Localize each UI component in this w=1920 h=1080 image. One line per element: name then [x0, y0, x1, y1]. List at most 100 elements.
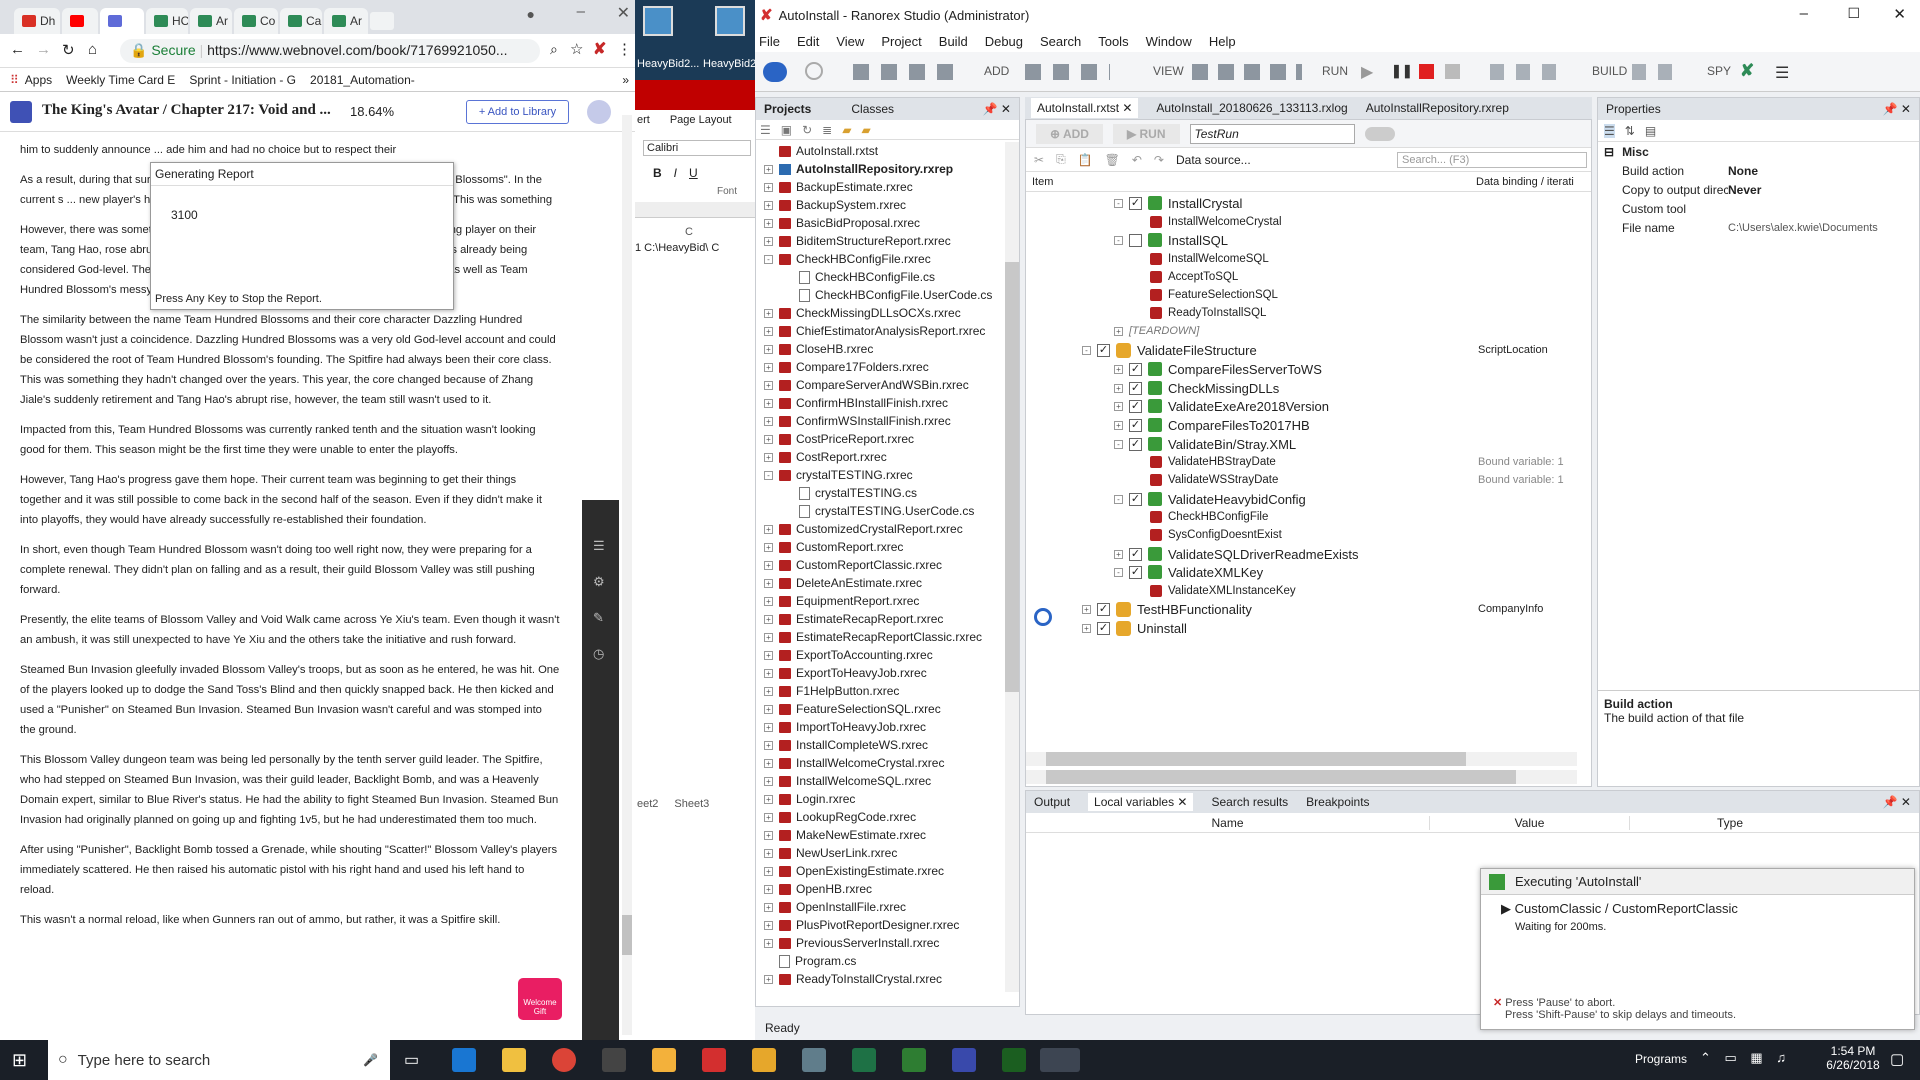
chrome-tab[interactable]	[62, 8, 98, 34]
add-folder-icon[interactable]: ▰	[842, 123, 851, 137]
build-toolbar-button[interactable]: BUILD	[1592, 64, 1627, 78]
taskbar-search[interactable]: ○ Type here to search 🎤	[48, 1040, 390, 1080]
run-config-select[interactable]: TestRun	[1189, 123, 1355, 144]
show-all-icon[interactable]: ▣	[781, 123, 792, 137]
project-tree-item[interactable]: crystalTESTING.UserCode.cs	[764, 502, 1019, 520]
expand-icon[interactable]: +	[764, 380, 773, 390]
expand-icon[interactable]: +	[764, 326, 773, 336]
expand-icon[interactable]: +	[764, 200, 773, 210]
property-row[interactable]: Custom tool	[1598, 199, 1919, 218]
expand-icon[interactable]: +	[764, 740, 773, 750]
menu-edit[interactable]: Edit	[797, 34, 819, 49]
expand-icon[interactable]: +	[764, 596, 773, 606]
expand-icon[interactable]: +	[764, 668, 773, 678]
property-row[interactable]: Copy to output directorNever	[1598, 180, 1919, 199]
avatar[interactable]	[587, 100, 611, 124]
sheets-icon[interactable]	[902, 1048, 926, 1072]
ribbon-tab-insert[interactable]: ert	[637, 114, 650, 126]
enable-checkbox[interactable]: ✓	[1097, 602, 1110, 616]
pin-icon[interactable]: 📌 ✕	[983, 102, 1011, 116]
project-tree-item[interactable]: + EstimateRecapReport.rxrec	[764, 610, 1019, 628]
chrome-minimize-button[interactable]: –	[577, 3, 585, 20]
step-icon[interactable]	[1445, 64, 1460, 79]
expand-icon[interactable]: +	[1082, 623, 1091, 633]
expand-icon[interactable]: +	[764, 758, 773, 768]
data-binding-cell[interactable]: Bound variable: 1	[1478, 469, 1564, 491]
start-button[interactable]: ⊞	[12, 1050, 27, 1071]
project-tree-item[interactable]: crystalTESTING.cs	[764, 484, 1019, 502]
ranorex-taskbar-icon[interactable]	[702, 1048, 726, 1072]
project-tree-item[interactable]: + CloseHB.rxrec	[764, 340, 1019, 358]
chrome-menu-icon[interactable]: ⋮	[617, 40, 632, 58]
font-select[interactable]: Calibri	[643, 140, 751, 156]
bookmark-star-icon[interactable]: ☆	[570, 40, 583, 58]
collapse-icon[interactable]: -	[764, 470, 773, 480]
expand-icon[interactable]: +	[764, 524, 773, 534]
bold-button[interactable]: B	[653, 166, 662, 180]
property-category[interactable]: ⊟ Misc	[1598, 142, 1919, 161]
menu-build[interactable]: Build	[939, 34, 968, 49]
enable-checkbox[interactable]: ✓	[1097, 343, 1110, 357]
sheet-tab[interactable]: eet2	[637, 798, 658, 810]
enable-checkbox[interactable]: ✓	[1129, 399, 1142, 413]
italic-button[interactable]: I	[674, 166, 677, 180]
delete-icon[interactable]: 🗑	[1105, 153, 1120, 167]
chrome-tab[interactable]	[100, 8, 144, 34]
project-tree-item[interactable]: + F1HelpButton.rxrec	[764, 682, 1019, 700]
undo-icon[interactable]: ↶	[1132, 153, 1142, 167]
webnovel-menu-icon[interactable]	[10, 101, 32, 123]
project-tree-item[interactable]: + CostPriceReport.rxrec	[764, 430, 1019, 448]
project-tree-item[interactable]: + NewUserLink.rxrec	[764, 844, 1019, 862]
project-tree-item[interactable]: + BiditemStructureReport.rxrec	[764, 232, 1019, 250]
collapse-icon[interactable]: -	[764, 254, 773, 264]
expand-icon[interactable]: +	[764, 722, 773, 732]
url-field[interactable]: 🔒 Secure | https://www.webnovel.com/book…	[120, 39, 540, 63]
expand-icon[interactable]: +	[764, 650, 773, 660]
expand-icon[interactable]: +	[764, 920, 773, 930]
expand-icon[interactable]: +	[764, 686, 773, 696]
view-toolbar-button[interactable]: VIEW	[1153, 64, 1184, 78]
zoom-icon[interactable]: ⌕	[550, 41, 558, 58]
back-icon[interactable]: ←	[10, 41, 25, 58]
expand-icon[interactable]: +	[764, 614, 773, 624]
minimize-button[interactable]: –	[1800, 5, 1808, 22]
tab-classes[interactable]: Classes	[851, 102, 894, 116]
comment-icon[interactable]: ✎	[593, 610, 604, 626]
stop-icon[interactable]	[1419, 64, 1434, 79]
microphone-icon[interactable]: 🎤	[363, 1053, 378, 1067]
expand-icon[interactable]: +	[764, 308, 773, 318]
project-tree-item[interactable]: + CustomReportClassic.rxrec	[764, 556, 1019, 574]
menu-help[interactable]: Help	[1209, 34, 1236, 49]
properties-pin-icon[interactable]: 📌 ✕	[1883, 102, 1911, 116]
project-tree-item[interactable]: - crystalTESTING.rxrec	[764, 466, 1019, 484]
expand-icon[interactable]: +	[764, 812, 773, 822]
property-row[interactable]: Build action None	[1598, 161, 1919, 180]
menu-tools[interactable]: Tools	[1098, 34, 1128, 49]
project-tree-item[interactable]: Program.cs	[764, 952, 1019, 970]
toggle-switch[interactable]	[1364, 126, 1395, 141]
heavybid-icon[interactable]	[1002, 1048, 1026, 1072]
suite-hscroll[interactable]	[1026, 752, 1577, 766]
chrome-icon[interactable]	[552, 1048, 576, 1072]
property-value[interactable]: C:\Users\alex.kwie\Documents	[1728, 222, 1919, 234]
expand-icon[interactable]: +	[764, 776, 773, 786]
notes-icon[interactable]	[602, 1048, 626, 1072]
bookmark-sprint[interactable]: Sprint - Initiation - G	[189, 73, 296, 87]
contents-icon[interactable]: ☰	[593, 538, 605, 554]
expand-icon[interactable]: +	[764, 794, 773, 804]
property-value[interactable]: Never	[1728, 183, 1919, 197]
paste-icon[interactable]: 📋	[1078, 153, 1093, 167]
enable-checkbox[interactable]: ✓	[1129, 362, 1142, 376]
task-view-icon[interactable]: ▭	[404, 1050, 419, 1070]
project-tree-item[interactable]: + OpenExistingEstimate.rxrec	[764, 862, 1019, 880]
refresh-icon[interactable]: ↻	[802, 123, 812, 137]
play-icon[interactable]: ▶	[1361, 62, 1373, 82]
project-tree-item[interactable]: + CompareServerAndWSBin.rxrec	[764, 376, 1019, 394]
expand-icon[interactable]: +	[764, 182, 773, 192]
menu-debug[interactable]: Debug	[985, 34, 1023, 49]
expand-icon[interactable]: +	[764, 560, 773, 570]
project-tree-item[interactable]: + EquipmentReport.rxrec	[764, 592, 1019, 610]
menu-search[interactable]: Search	[1040, 34, 1081, 49]
pause-icon[interactable]: ❚❚	[1391, 63, 1413, 79]
data-source-button[interactable]: Data source...	[1176, 153, 1251, 167]
